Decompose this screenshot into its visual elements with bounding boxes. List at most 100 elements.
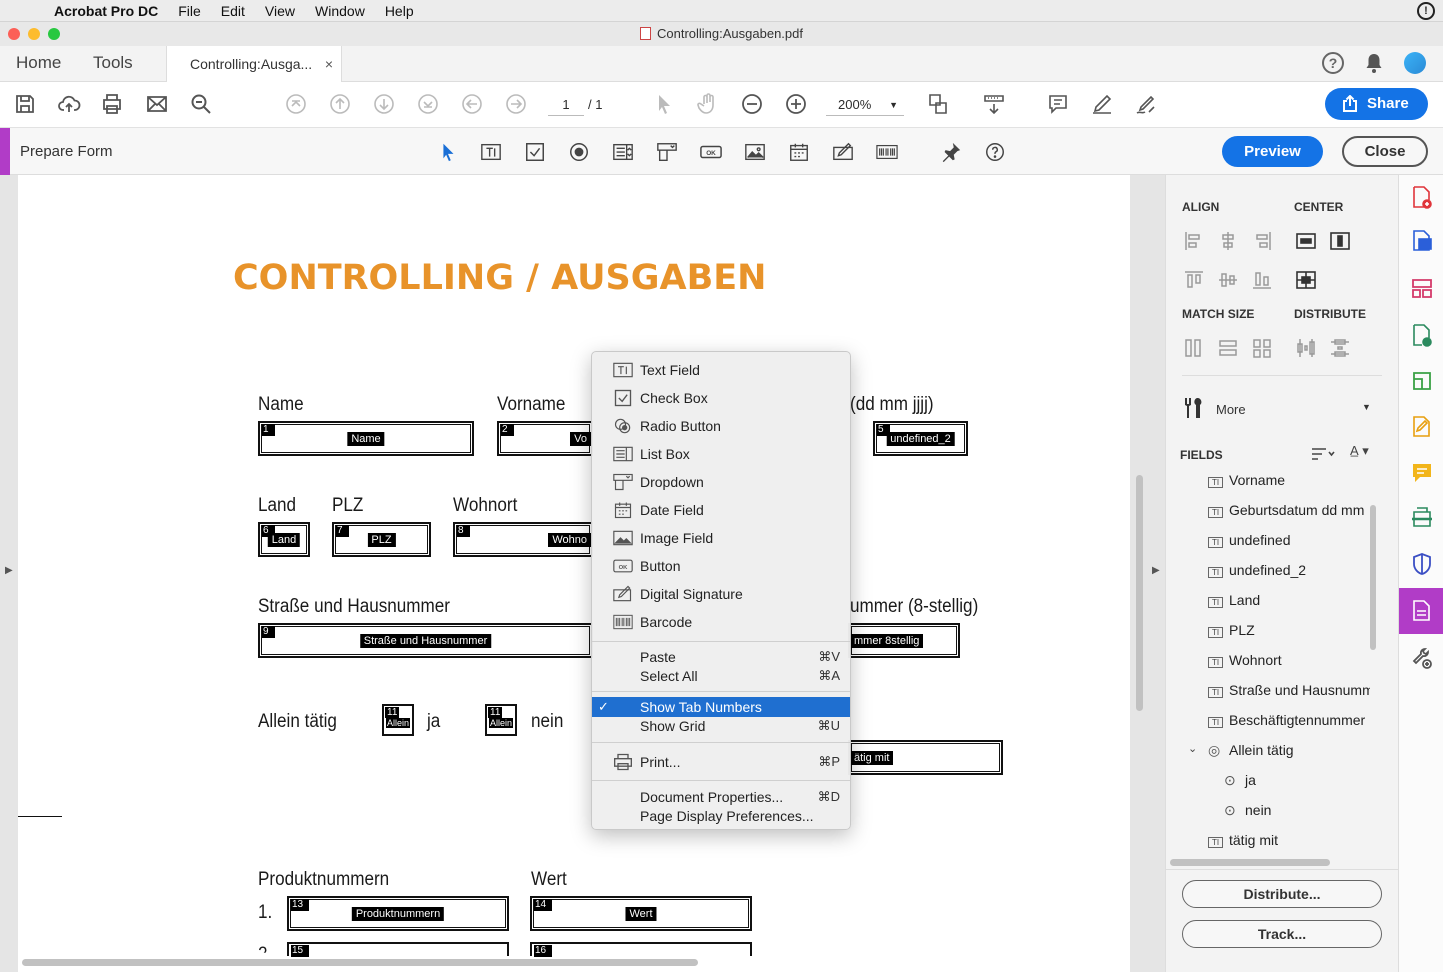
distribute-horizontally-icon[interactable] [1294, 336, 1318, 360]
menu-item-list-box[interactable]: List Box [592, 444, 850, 464]
form-field-name[interactable]: 1 Name [258, 421, 474, 456]
export-pdf-icon[interactable] [1411, 229, 1433, 253]
comment-icon[interactable] [1044, 90, 1072, 118]
tree-item-plz[interactable]: TI PLZ [1208, 622, 1370, 644]
help-icon[interactable]: ? [1322, 52, 1344, 74]
request-signatures-icon[interactable] [1411, 415, 1433, 439]
form-field-land[interactable]: 6 Land [258, 522, 310, 557]
email-icon[interactable] [143, 90, 171, 118]
share-button[interactable]: Share [1325, 88, 1428, 120]
image-field-tool-icon[interactable] [743, 140, 767, 164]
check-box-tool-icon[interactable] [523, 140, 547, 164]
tree-item-strasse[interactable]: TI Straße und Hausnumm [1208, 682, 1370, 704]
menu-item-show-tab-numbers[interactable]: ✓ Show Tab Numbers [592, 697, 850, 717]
combine-files-icon[interactable] [1411, 323, 1433, 347]
comment-tool-icon[interactable] [1411, 461, 1433, 485]
print-icon[interactable] [98, 90, 126, 118]
sign-icon[interactable] [1132, 90, 1160, 118]
form-field-vorname[interactable]: 2 Vo [497, 421, 593, 456]
fields-horizontal-scrollbar[interactable] [1170, 859, 1330, 866]
radio-button-tool-icon[interactable] [567, 140, 591, 164]
center-horizontally-icon[interactable] [1294, 229, 1318, 253]
upload-cloud-icon[interactable] [55, 90, 83, 118]
tree-item-beschaeftigtennummer[interactable]: TI Beschäftigtennummer [1208, 712, 1370, 734]
chevron-down-icon[interactable]: ⌄ [1188, 742, 1197, 755]
menu-item-barcode[interactable]: Barcode [592, 612, 850, 632]
form-field-strasse[interactable]: 9 Straße und Hausnummer [258, 623, 593, 658]
menu-item-date-field[interactable]: Date Field [592, 500, 850, 520]
menu-item-print[interactable]: Print... ⌘P [592, 752, 850, 772]
menu-item-radio-button[interactable]: Radio Button [592, 416, 850, 436]
menu-item-show-grid[interactable]: Show Grid ⌘U [592, 716, 850, 736]
right-panel-toggle-icon[interactable]: ▶ [1152, 565, 1160, 576]
save-icon[interactable] [11, 90, 39, 118]
align-bottom-icon[interactable] [1250, 268, 1274, 292]
menu-file[interactable]: File [178, 3, 201, 19]
menu-item-document-properties[interactable]: Document Properties... ⌘D [592, 787, 850, 807]
more-options[interactable]: More ▼ [1182, 397, 1372, 421]
create-pdf-icon[interactable] [1411, 185, 1433, 209]
align-vertical-center-icon[interactable] [1216, 268, 1240, 292]
back-icon[interactable] [458, 90, 486, 118]
fields-vertical-scrollbar[interactable] [1370, 505, 1376, 650]
zoom-window-button[interactable] [48, 28, 60, 40]
prepare-form-tool-icon[interactable] [1411, 599, 1433, 623]
protect-icon[interactable] [1411, 552, 1433, 576]
search-icon[interactable] [187, 90, 215, 118]
zoom-in-icon[interactable] [782, 90, 810, 118]
sort-alpha-icon[interactable]: A̲ ▾ [1350, 443, 1376, 463]
preview-button[interactable]: Preview [1222, 136, 1323, 167]
form-field-wohnort[interactable]: 8 Wohno [453, 522, 593, 557]
form-field-beschaeftigtennummer[interactable]: mmer 8stellig [848, 623, 960, 658]
zoom-select[interactable]: 200% ▼ [826, 94, 904, 116]
highlight-icon[interactable] [1088, 90, 1116, 118]
close-window-button[interactable] [8, 28, 20, 40]
page-number-input[interactable]: 1 [548, 94, 584, 116]
form-field-plz[interactable]: 7 PLZ [332, 522, 431, 557]
zoom-out-icon[interactable] [738, 90, 766, 118]
menu-item-image-field[interactable]: Image Field [592, 528, 850, 548]
menu-app[interactable]: Acrobat Pro DC [54, 3, 158, 19]
edit-pdf-icon[interactable] [1411, 369, 1433, 393]
menu-item-text-field[interactable]: Text Field [592, 360, 850, 380]
close-form-button[interactable]: Close [1342, 136, 1428, 167]
list-box-tool-icon[interactable] [611, 140, 635, 164]
last-page-icon[interactable] [414, 90, 442, 118]
tree-item-wohnort[interactable]: TI Wohnort [1208, 652, 1370, 674]
horizontal-scrollbar[interactable] [22, 959, 698, 966]
forward-icon[interactable] [502, 90, 530, 118]
left-panel-toggle-icon[interactable]: ▶ [5, 565, 13, 576]
align-left-icon[interactable] [1182, 229, 1206, 253]
align-horizontal-center-icon[interactable] [1216, 229, 1240, 253]
next-page-icon[interactable] [370, 90, 398, 118]
menu-item-select-all[interactable]: Select All ⌘A [592, 666, 850, 686]
tree-item-vorname[interactable]: TI Vorname [1208, 475, 1370, 494]
tree-item-undefined-2[interactable]: TI undefined_2 [1208, 562, 1370, 584]
menubar-status-icon[interactable]: ! [1417, 2, 1435, 20]
hand-tool-icon[interactable] [694, 90, 722, 118]
tree-item-ja[interactable]: ⊙ ja [1224, 772, 1382, 794]
organize-pages-icon[interactable] [1411, 276, 1433, 300]
form-field-wert-2[interactable]: 16 [530, 942, 752, 957]
menu-item-button[interactable]: OK Button [592, 556, 850, 576]
text-field-tool-icon[interactable] [479, 140, 503, 164]
page-fit-icon[interactable] [924, 90, 952, 118]
dropdown-tool-icon[interactable] [655, 140, 679, 164]
tree-item-allein-taetig[interactable]: ◎ Allein tätig [1208, 742, 1370, 764]
button-tool-icon[interactable]: OK [699, 140, 723, 164]
close-tab-icon[interactable]: × [325, 46, 333, 82]
distribute-button[interactable]: Distribute... [1182, 880, 1382, 908]
previous-page-icon[interactable] [326, 90, 354, 118]
menu-window[interactable]: Window [315, 3, 365, 19]
align-right-icon[interactable] [1250, 229, 1274, 253]
avatar[interactable] [1404, 52, 1426, 74]
form-field-wert[interactable]: 14 Wert [530, 896, 752, 931]
notifications-bell-icon[interactable] [1364, 52, 1384, 74]
menu-item-paste[interactable]: Paste ⌘V [592, 647, 850, 667]
select-object-icon[interactable] [436, 140, 460, 164]
menu-item-digital-signature[interactable]: Digital Signature [592, 584, 850, 604]
form-field-undefined-2[interactable]: 5 undefined_2 [873, 421, 968, 456]
menu-item-check-box[interactable]: Check Box [592, 388, 850, 408]
sort-icon[interactable] [1310, 445, 1336, 463]
track-button[interactable]: Track... [1182, 920, 1382, 948]
